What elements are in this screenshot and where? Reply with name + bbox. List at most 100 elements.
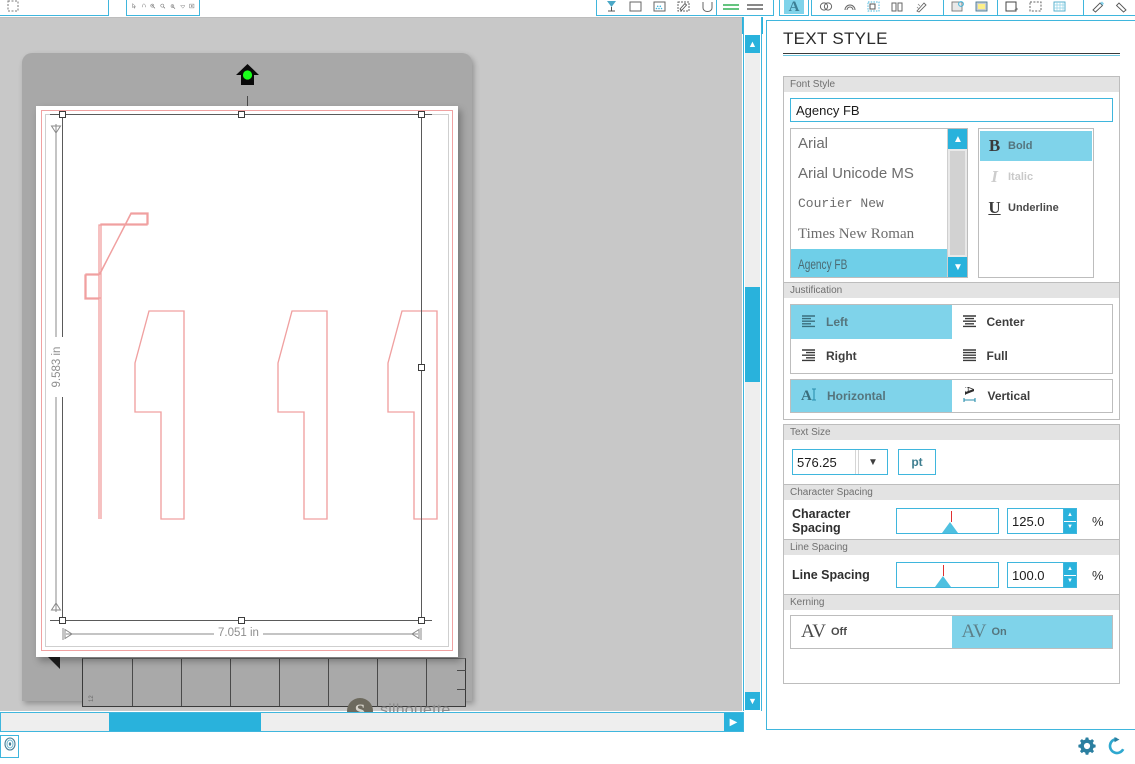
font-name-input[interactable]: [790, 98, 1113, 122]
underline-button[interactable]: U Underline: [980, 193, 1092, 223]
select-icon[interactable]: [3, 0, 23, 14]
line-spacing-input[interactable]: [1007, 562, 1063, 588]
canvas-horizontal-scrollbar[interactable]: ▶: [0, 712, 744, 732]
kerning-off-button[interactable]: AV Off: [791, 616, 952, 648]
sync-refresh-icon[interactable]: [1107, 736, 1127, 761]
page-sheet[interactable]: 9.583 in 7.051 in: [36, 106, 458, 657]
font-list-item-agency-fb[interactable]: Agency FB: [791, 249, 967, 277]
character-spacing-tick: [950, 511, 952, 522]
font-list-scroll-thumb[interactable]: [950, 151, 965, 255]
italic-button[interactable]: I Italic: [980, 162, 1092, 192]
settings-gear-icon[interactable]: [1077, 736, 1097, 761]
line-spacing-slider[interactable]: [896, 562, 999, 588]
vscroll-down-button[interactable]: ▼: [745, 692, 760, 710]
grid-icon[interactable]: [1050, 0, 1070, 14]
line-style-icon[interactable]: [721, 0, 741, 14]
font-list[interactable]: Arial Arial Unicode MS Courier New Times…: [790, 128, 968, 278]
design-shape-111[interactable]: [36, 106, 458, 657]
page-setup-icon[interactable]: [625, 0, 645, 14]
handle-bottom-left[interactable]: [59, 617, 66, 624]
text-size-combo[interactable]: ▼: [792, 449, 888, 475]
toolbar-group-transform: [0, 0, 109, 16]
justify-left-label: Left: [826, 315, 848, 329]
zoom-out-icon[interactable]: [160, 0, 166, 14]
svg-text:A: A: [962, 387, 976, 396]
sketch-icon[interactable]: [1002, 0, 1022, 14]
justify-left-button[interactable]: Left: [791, 305, 952, 339]
character-spacing-spinner[interactable]: ▲ ▼: [1007, 508, 1077, 534]
character-spacing-decrement[interactable]: ▼: [1064, 521, 1076, 533]
registration-target-button[interactable]: [0, 735, 19, 758]
vscroll-up-button[interactable]: ▲: [745, 35, 760, 53]
font-list-scrollbar[interactable]: ▲ ▼: [947, 129, 967, 277]
shadow-icon[interactable]: [1026, 0, 1046, 14]
handle-middle-right[interactable]: [418, 364, 425, 371]
fill-color-icon[interactable]: [948, 0, 968, 14]
hscroll-right-button[interactable]: ▶: [724, 713, 743, 731]
orientation-vertical-button[interactable]: A Vertical: [952, 380, 1113, 412]
home-position-marker[interactable]: [234, 63, 261, 90]
handle-bottom-right[interactable]: [418, 617, 425, 624]
cut-settings-icon[interactable]: [649, 0, 669, 14]
text-style-icon[interactable]: A: [784, 0, 804, 14]
hscroll-thumb[interactable]: [109, 713, 261, 731]
line-spacing-knob[interactable]: [935, 576, 952, 587]
line-spacing-spinner[interactable]: ▲ ▼: [1007, 562, 1077, 588]
trace-icon[interactable]: [912, 0, 932, 14]
font-list-item-courier-new[interactable]: Courier New: [791, 189, 967, 219]
zoom-selection-icon[interactable]: [170, 0, 176, 14]
line-thickness-icon[interactable]: [745, 0, 765, 14]
section-font-style: Font Style Arial Arial Unicode MS Courie…: [783, 76, 1120, 285]
print-bleed-icon[interactable]: [1088, 0, 1108, 14]
registration-marks-icon[interactable]: [1112, 0, 1132, 14]
line-spacing-spin-buttons[interactable]: ▲ ▼: [1063, 562, 1077, 588]
text-size-unit-button[interactable]: pt: [898, 449, 936, 475]
canvas-vertical-scrollbar[interactable]: ▲ ▼: [743, 17, 762, 711]
zoom-in-icon[interactable]: [150, 0, 156, 14]
align-icon[interactable]: [864, 0, 884, 14]
replicate-icon[interactable]: [888, 0, 908, 14]
line-spacing-decrement[interactable]: ▼: [1064, 575, 1076, 587]
modify-icon[interactable]: [816, 0, 836, 14]
font-list-item-arial[interactable]: Arial: [791, 129, 967, 159]
font-list-scroll-down[interactable]: ▼: [948, 257, 967, 277]
handle-bottom-center[interactable]: [238, 617, 245, 624]
canvas-viewport[interactable]: 12 S silhouette 9.583 in 7.051 in: [0, 17, 742, 724]
character-spacing-input[interactable]: [1007, 508, 1063, 534]
kerning-on-button[interactable]: AV On: [951, 616, 1112, 648]
handle-top-left[interactable]: [59, 111, 66, 118]
kerning-on-label: On: [991, 626, 1007, 638]
line-spacing-increment[interactable]: ▲: [1064, 563, 1076, 576]
zoom-region-icon[interactable]: [189, 0, 195, 14]
pan-icon[interactable]: [141, 0, 147, 14]
bold-button[interactable]: B Bold: [980, 131, 1092, 161]
chevron-down-icon[interactable]: ▼: [859, 450, 887, 474]
font-list-item-times-new-roman[interactable]: Times New Roman: [791, 219, 967, 249]
text-size-input[interactable]: [793, 450, 855, 474]
character-spacing-slider[interactable]: [896, 508, 999, 534]
handle-top-right[interactable]: [418, 111, 425, 118]
orientation-horizontal-button[interactable]: A Horizontal: [791, 380, 952, 412]
justify-right-button[interactable]: Right: [791, 339, 952, 373]
fill-pattern-icon[interactable]: [972, 0, 992, 14]
zoom-fit-icon[interactable]: [179, 0, 186, 14]
character-spacing-unit: %: [1092, 513, 1104, 529]
underline-label: Underline: [1008, 202, 1059, 214]
handle-top-center[interactable]: [238, 111, 245, 118]
material-icon[interactable]: [697, 0, 717, 14]
orientation-horizontal-label: Horizontal: [827, 389, 886, 403]
justify-center-button[interactable]: Center: [952, 305, 1113, 339]
pen-holder-icon[interactable]: [673, 0, 693, 14]
offset-icon[interactable]: [840, 0, 860, 14]
justification-grid: Left Center Right Full: [790, 304, 1113, 374]
pointer-icon[interactable]: [131, 0, 137, 14]
font-list-item-arial-unicode-ms[interactable]: Arial Unicode MS: [791, 159, 967, 189]
character-spacing-increment[interactable]: ▲: [1064, 509, 1076, 522]
send-to-silhouette-icon[interactable]: [601, 0, 621, 14]
character-spacing-spin-buttons[interactable]: ▲ ▼: [1063, 508, 1077, 534]
justify-full-button[interactable]: Full: [952, 339, 1113, 373]
font-list-scroll-up[interactable]: ▲: [948, 129, 967, 149]
vscroll-thumb[interactable]: [745, 287, 760, 382]
character-spacing-knob[interactable]: [942, 522, 959, 533]
line-spacing-tick: [943, 565, 945, 576]
